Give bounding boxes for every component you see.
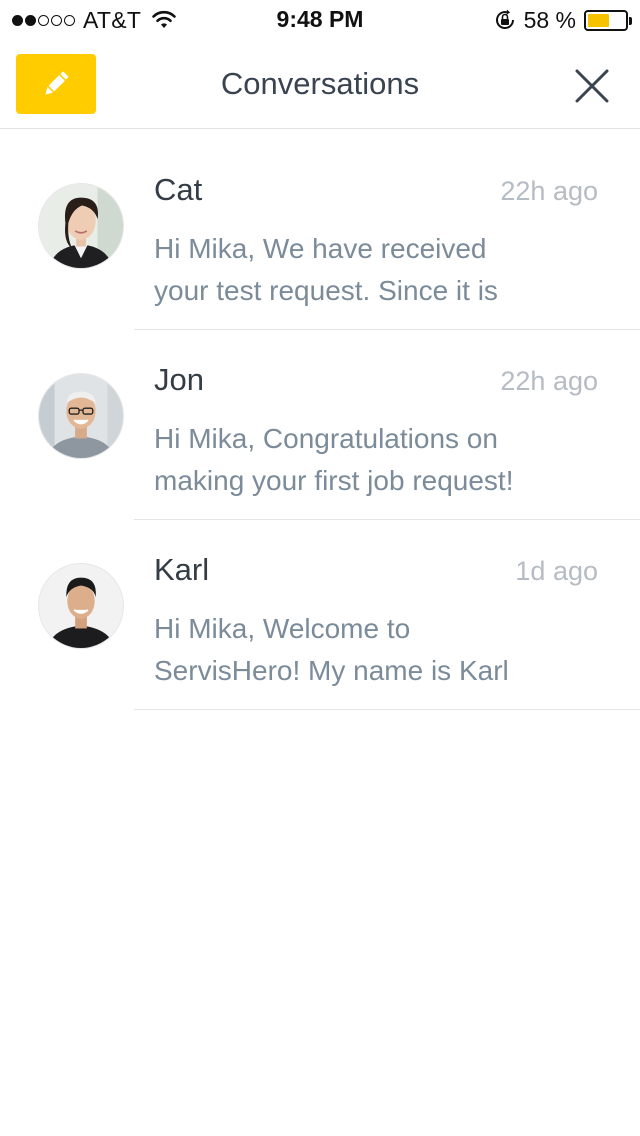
battery-level xyxy=(588,13,609,27)
timestamp: 1d ago xyxy=(515,556,598,586)
contact-name: Karl xyxy=(154,552,210,587)
close-button[interactable] xyxy=(568,62,616,110)
message-preview-line: Hi Mika, Welcome to xyxy=(154,613,411,644)
avatar xyxy=(38,183,124,269)
avatar xyxy=(38,373,124,459)
avatar-karl-image xyxy=(39,564,123,648)
status-bar: AT&T 9:48 PM 58 % xyxy=(0,0,640,40)
conversation-list: Cat 22h ago Hi Mika, We have received yo… xyxy=(0,140,640,710)
message-preview: Hi Mika, Welcome to ServisHero! My name … xyxy=(154,608,584,692)
contact-name: Jon xyxy=(154,362,204,397)
message-preview-line: Hi Mika, We have received xyxy=(154,233,487,264)
divider xyxy=(134,709,640,710)
orientation-lock-icon xyxy=(495,9,514,29)
conversation-item-cat[interactable]: Cat 22h ago Hi Mika, We have received yo… xyxy=(0,140,640,330)
battery-icon xyxy=(584,9,632,31)
message-preview-line: ServisHero! My name is Karl xyxy=(154,655,509,686)
avatar-jon-image xyxy=(39,374,123,458)
avatar-cat-image xyxy=(39,184,123,268)
avatar xyxy=(38,563,124,649)
conversation-item-jon[interactable]: Jon 22h ago Hi Mika, Congratulations on … xyxy=(0,330,640,520)
conversation-item-karl[interactable]: Karl 1d ago Hi Mika, Welcome to ServisHe… xyxy=(0,520,640,710)
page-title: Conversations xyxy=(220,66,420,101)
close-icon xyxy=(575,69,609,103)
timestamp: 22h ago xyxy=(500,366,598,396)
message-preview: Hi Mika, Congratulations on making your … xyxy=(154,418,584,502)
timestamp: 22h ago xyxy=(500,176,598,206)
status-right: 58 % xyxy=(494,6,632,33)
message-preview-line: making your first job request! xyxy=(154,465,514,496)
message-preview-line: your test request. Since it is xyxy=(154,275,498,306)
navigation-bar: Conversations xyxy=(0,40,640,129)
message-preview-line: Hi Mika, Congratulations on xyxy=(154,423,498,454)
battery-percent: 58 % xyxy=(523,6,576,33)
message-preview: Hi Mika, We have received your test requ… xyxy=(154,228,584,312)
contact-name: Cat xyxy=(154,172,203,207)
